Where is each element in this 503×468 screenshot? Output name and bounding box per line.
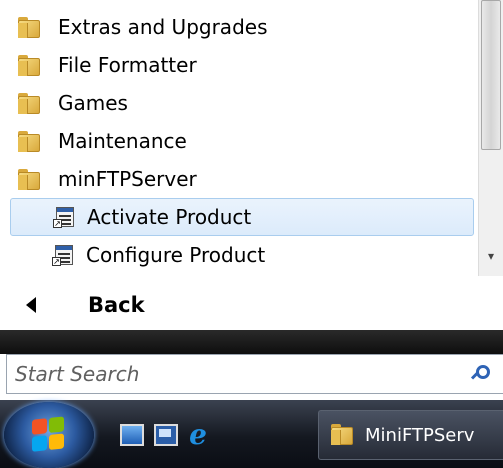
folder-label: minFTPServer — [58, 167, 197, 191]
taskbar-button-label: MiniFTPServ — [365, 424, 475, 446]
windows-logo-icon — [32, 416, 66, 454]
folder-label: File Formatter — [58, 53, 197, 77]
folder-icon — [18, 16, 40, 38]
programs-list-panel: Extras and Upgrades File Formatter Games… — [0, 0, 503, 280]
folder-icon — [18, 168, 40, 190]
folder-label: Extras and Upgrades — [58, 15, 268, 39]
program-shortcut-icon: ↗ — [53, 206, 75, 228]
folder-icon — [18, 54, 40, 76]
folder-label: Maintenance — [58, 129, 187, 153]
scroll-down-arrow-icon[interactable]: ▾ — [483, 248, 499, 264]
programs-list: Extras and Upgrades File Formatter Games… — [0, 8, 478, 274]
back-button[interactable]: Back — [0, 284, 503, 326]
menu-item-activate-product[interactable]: ↗ Activate Product — [10, 198, 474, 236]
taskbar-button-miniftpserver[interactable]: MiniFTPServ — [318, 410, 503, 460]
menu-separator — [0, 330, 503, 354]
switch-windows-icon[interactable] — [154, 424, 178, 446]
internet-explorer-icon[interactable]: e — [186, 421, 210, 449]
programs-scrollbar[interactable]: ▾ — [478, 0, 503, 276]
back-arrow-icon — [26, 297, 36, 313]
search-icon[interactable] — [470, 365, 491, 385]
folder-minftpserver[interactable]: minFTPServer — [0, 160, 478, 198]
folder-label: Games — [58, 91, 128, 115]
start-search-input[interactable] — [7, 362, 447, 386]
start-button[interactable] — [4, 402, 94, 468]
scrollbar-thumb[interactable] — [481, 0, 501, 150]
start-search-box[interactable] — [6, 354, 503, 394]
folder-icon — [18, 92, 40, 114]
taskbar: e MiniFTPServ — [0, 400, 503, 468]
folder-icon — [18, 130, 40, 152]
menu-item-label: Activate Product — [87, 205, 252, 229]
menu-item-configure-product[interactable]: ↗ Configure Product — [0, 236, 478, 274]
folder-maintenance[interactable]: Maintenance — [0, 122, 478, 160]
folder-extras-and-upgrades[interactable]: Extras and Upgrades — [0, 8, 478, 46]
menu-item-label: Configure Product — [86, 243, 266, 267]
show-desktop-icon[interactable] — [120, 424, 144, 446]
program-shortcut-icon: ↗ — [52, 244, 74, 266]
folder-games[interactable]: Games — [0, 84, 478, 122]
application-folder-icon — [331, 423, 355, 447]
folder-file-formatter[interactable]: File Formatter — [0, 46, 478, 84]
back-label: Back — [88, 293, 145, 317]
